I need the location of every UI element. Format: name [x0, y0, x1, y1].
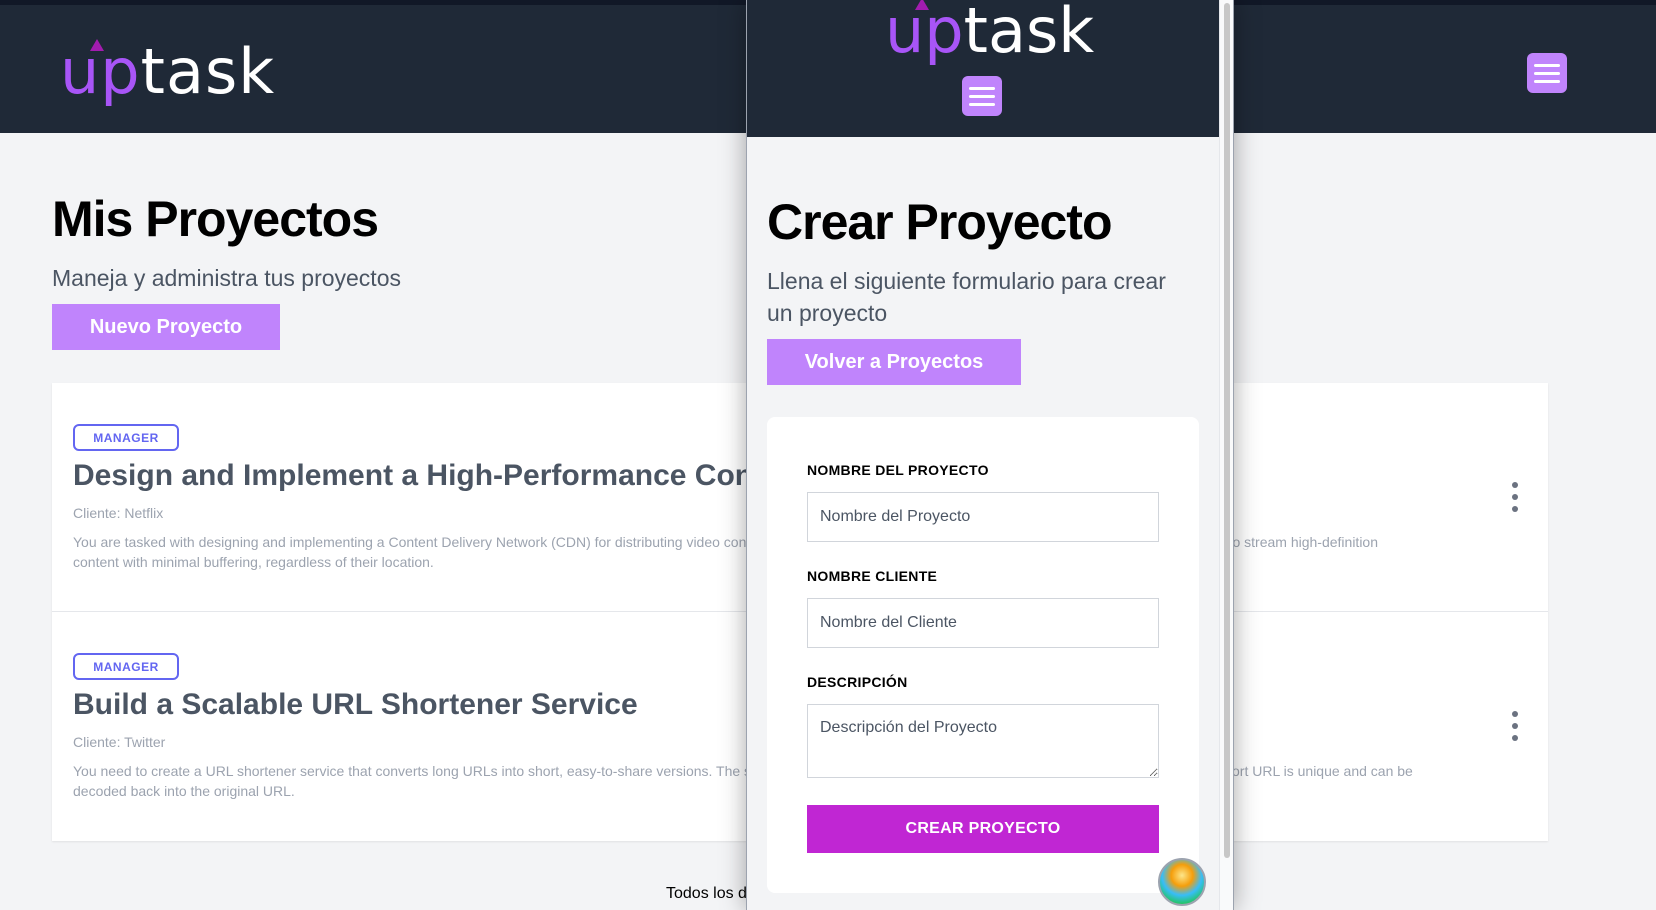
- user-avatar[interactable]: [1158, 858, 1206, 906]
- kebab-menu-icon[interactable]: [1507, 482, 1523, 512]
- logo-task-text: task: [140, 35, 276, 108]
- back-to-projects-button[interactable]: Volver a Proyectos: [767, 339, 1021, 385]
- page-title: Crear Proyecto: [767, 194, 1112, 250]
- scrollbar[interactable]: [1219, 0, 1233, 910]
- new-project-button[interactable]: Nuevo Proyecto: [52, 304, 280, 350]
- client-name-input[interactable]: [807, 598, 1159, 648]
- page-title: Mis Proyectos: [52, 191, 379, 247]
- kebab-menu-icon[interactable]: [1507, 711, 1523, 741]
- uptask-logo[interactable]: up task: [885, 0, 1094, 67]
- create-project-button[interactable]: CREAR PROYECTO: [807, 805, 1159, 853]
- foreground-window: up task Crear Proyecto Llena el siguiente…: [746, 0, 1234, 910]
- project-name[interactable]: Build a Scalable URL Shortener Service: [73, 688, 638, 722]
- hamburger-icon[interactable]: [1527, 53, 1567, 93]
- scrollbar-thumb[interactable]: [1224, 3, 1230, 858]
- app-header: up task: [747, 0, 1221, 137]
- project-name-label: NOMBRE DEL PROYECTO: [807, 462, 989, 478]
- logo-arrow-icon: [915, 0, 929, 10]
- hamburger-icon[interactable]: [962, 76, 1002, 116]
- project-client: Cliente: Twitter: [73, 734, 166, 750]
- logo-up-text: up: [885, 0, 964, 67]
- page-subtitle: Maneja y administra tus proyectos: [52, 265, 401, 291]
- page-subtitle: Llena el siguiente formulario para crear…: [767, 268, 1166, 326]
- project-name-input[interactable]: [807, 492, 1159, 542]
- create-project-form: NOMBRE DEL PROYECTO NOMBRE CLIENTE DESCR…: [767, 417, 1199, 893]
- logo-arrow-icon: [90, 39, 104, 51]
- logo-task-text: task: [963, 0, 1095, 67]
- uptask-logo[interactable]: up task: [60, 35, 275, 108]
- description-label: DESCRIPCIÓN: [807, 674, 908, 690]
- client-name-label: NOMBRE CLIENTE: [807, 568, 938, 584]
- role-badge: MANAGER: [73, 424, 179, 451]
- description-textarea[interactable]: [807, 704, 1159, 778]
- project-client: Cliente: Netflix: [73, 505, 164, 521]
- role-badge: MANAGER: [73, 653, 179, 680]
